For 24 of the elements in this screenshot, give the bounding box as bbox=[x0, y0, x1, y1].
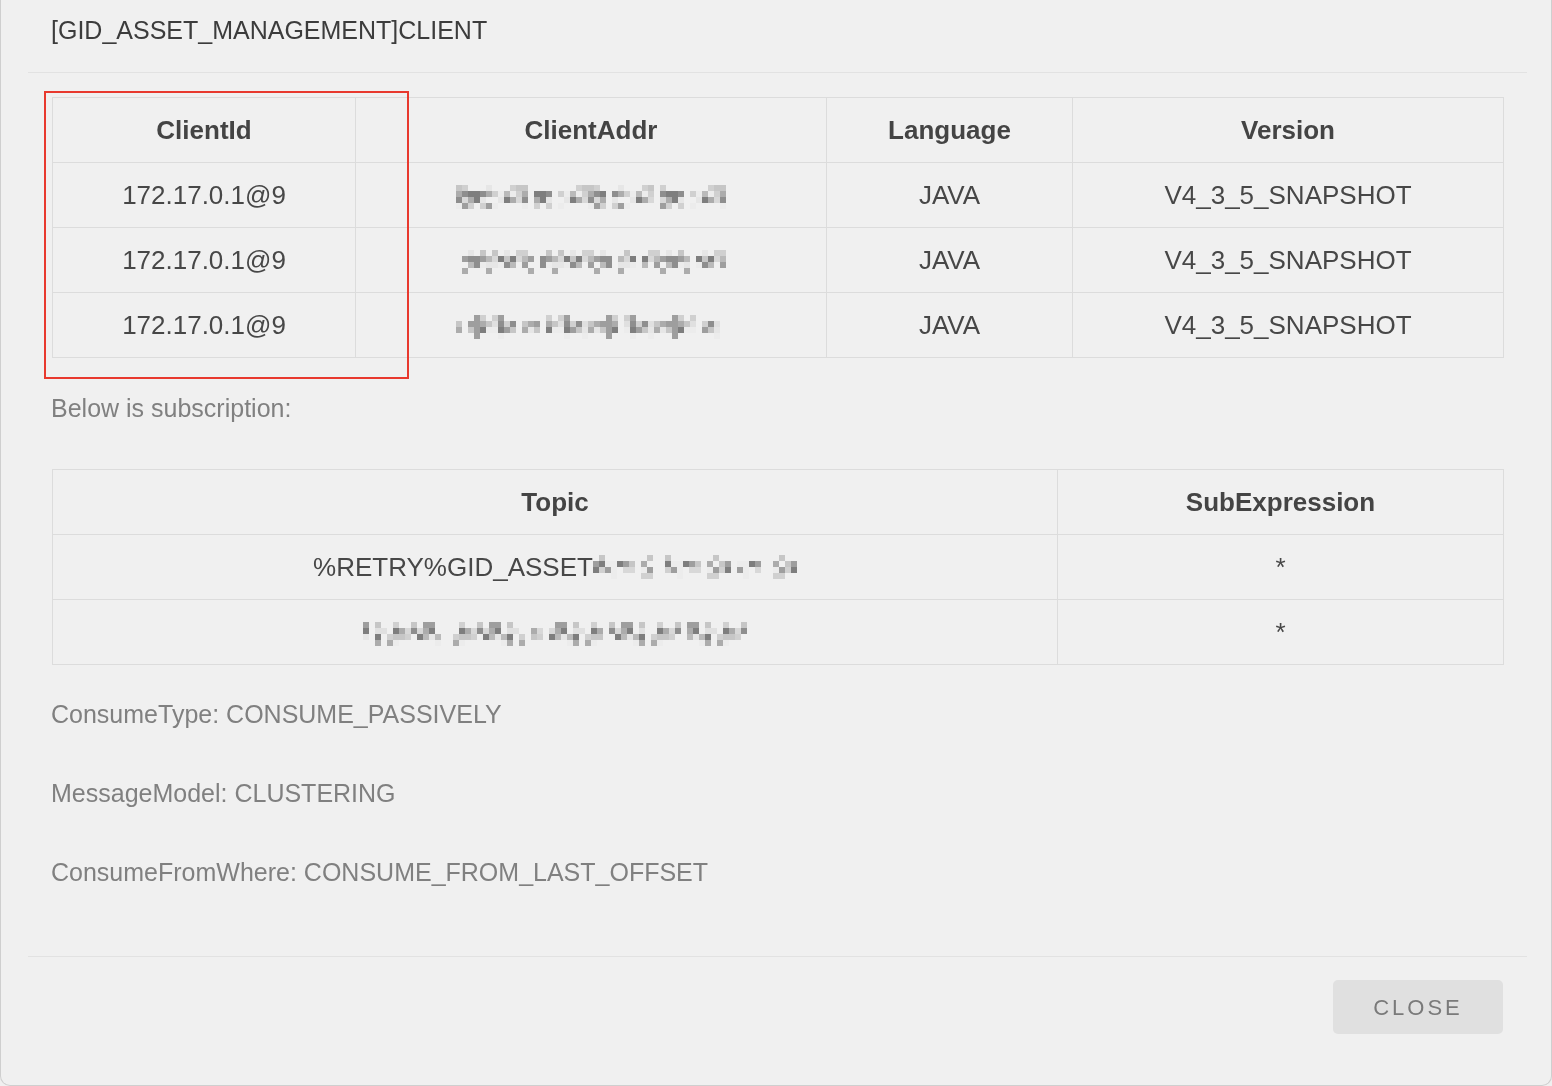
table-cell: V4_3_5_SNAPSHOT bbox=[1072, 162, 1504, 228]
table-cell: * bbox=[1057, 534, 1504, 600]
column-header: Language bbox=[826, 97, 1073, 163]
table-cell: * bbox=[1057, 599, 1504, 665]
table-cell: V4_3_5_SNAPSHOT bbox=[1072, 292, 1504, 358]
column-header: Topic bbox=[52, 469, 1058, 535]
property-text: ConsumeFromWhere: CONSUME_FROM_LAST_OFFSET bbox=[51, 857, 709, 887]
table-cell: JAVA bbox=[826, 292, 1073, 358]
table-cell: JAVA bbox=[826, 227, 1073, 293]
topic-text: %RETRY%GID_ASSET bbox=[313, 550, 593, 584]
table-cell: JAVA bbox=[826, 162, 1073, 228]
property-text: ConsumeType: CONSUME_PASSIVELY bbox=[51, 699, 502, 729]
column-header: SubExpression bbox=[1057, 469, 1504, 535]
dialog-title: [GID_ASSET_MANAGEMENT]CLIENT bbox=[51, 15, 488, 45]
column-header: Version bbox=[1072, 97, 1504, 163]
table-cell: 172.17.0.1@9 bbox=[52, 292, 356, 358]
close-button[interactable]: CLOSE bbox=[1333, 980, 1503, 1034]
table-cell: 172.17.0.1@9 bbox=[52, 162, 356, 228]
property-text: MessageModel: CLUSTERING bbox=[51, 778, 396, 808]
subscription-label: Below is subscription: bbox=[51, 393, 292, 423]
table-cell: 172.17.0.1@9 bbox=[52, 227, 356, 293]
table-cell: V4_3_5_SNAPSHOT bbox=[1072, 227, 1504, 293]
column-header: ClientId bbox=[52, 97, 356, 163]
column-header: ClientAddr bbox=[355, 97, 827, 163]
